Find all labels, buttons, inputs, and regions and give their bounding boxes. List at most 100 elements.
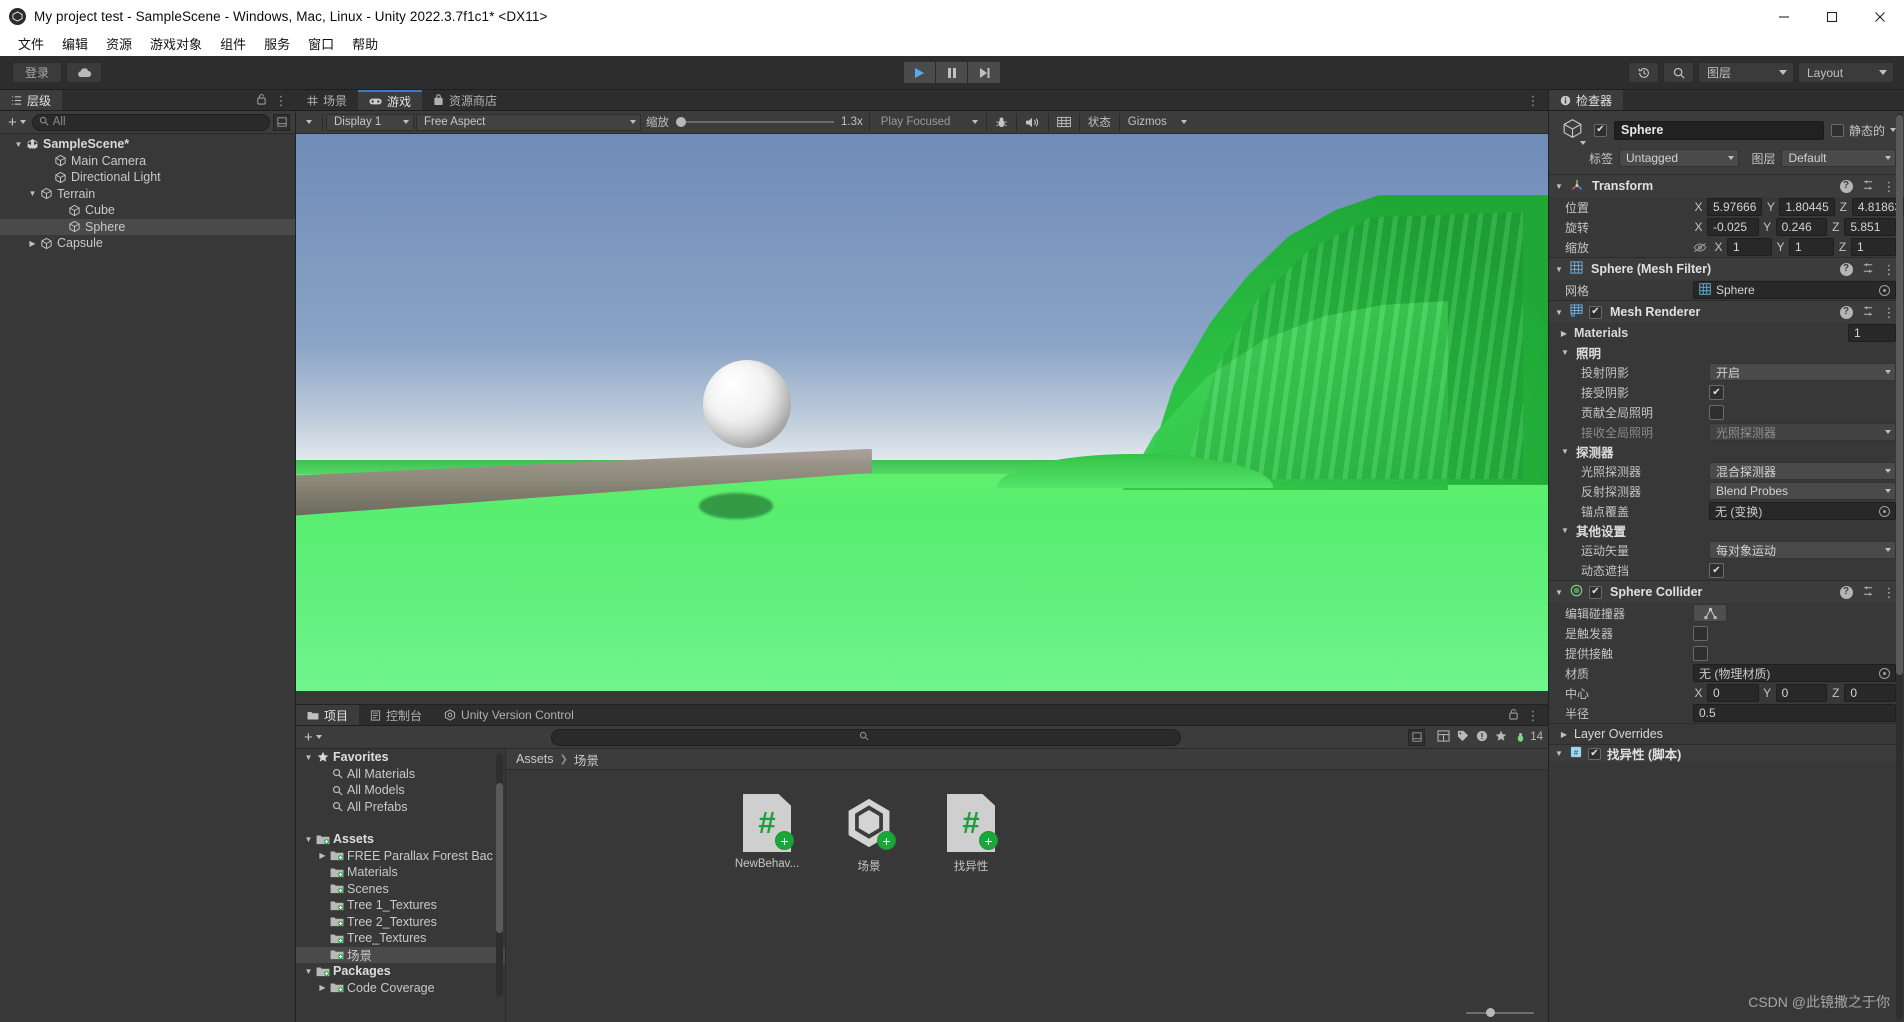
- menu-window[interactable]: 窗口: [299, 33, 343, 56]
- project-tree-item-materials[interactable]: Materials: [296, 864, 505, 881]
- hierarchy-add-button[interactable]: +: [5, 114, 29, 131]
- chevron-right-icon[interactable]: ▶: [316, 851, 329, 860]
- checkbox[interactable]: ✔: [1709, 562, 1724, 578]
- inspector-scrollbar[interactable]: [1896, 113, 1903, 1020]
- kebab-menu-icon[interactable]: ⋮: [1883, 263, 1897, 276]
- help-icon[interactable]: ?: [1839, 305, 1853, 319]
- play-mode-dropdown[interactable]: Play Focused: [872, 113, 983, 131]
- layer-overrides-foldout[interactable]: ▶ Layer Overrides: [1549, 724, 1904, 744]
- minimize-button[interactable]: [1760, 0, 1808, 33]
- y-value[interactable]: 0.246: [1775, 218, 1828, 236]
- project-tree-item-code-coverage[interactable]: ▶ Code Coverage: [296, 980, 505, 997]
- asset-zoom-slider[interactable]: [1466, 1008, 1534, 1017]
- dropdown[interactable]: 每对象运动: [1709, 541, 1896, 559]
- asset-zoom-knob[interactable]: [1486, 1008, 1495, 1017]
- project-tree-item-场景[interactable]: 场景: [296, 946, 505, 963]
- object-name-field[interactable]: Sphere: [1614, 120, 1824, 140]
- object-field[interactable]: 无 (变换): [1709, 502, 1896, 520]
- checkbox[interactable]: [1693, 645, 1708, 661]
- project-tree-item-tree-1-textures[interactable]: Tree 1_Textures: [296, 897, 505, 914]
- menu-gameobject[interactable]: 游戏对象: [141, 33, 211, 56]
- project-add-button[interactable]: +: [301, 729, 325, 746]
- game-view-left-dropdown[interactable]: [296, 113, 320, 131]
- project-tree-item-packages[interactable]: ▼ Packages: [296, 963, 505, 980]
- project-tree-item-tree-textures[interactable]: Tree_Textures: [296, 930, 505, 947]
- component-header[interactable]: ▼ Sphere (Mesh Filter)? ⋮: [1549, 258, 1904, 280]
- tab-version-control[interactable]: Unity Version Control: [433, 705, 585, 725]
- project-tree-scroll-thumb[interactable]: [496, 783, 503, 933]
- project-tree-item-all-materials[interactable]: All Materials: [296, 766, 505, 783]
- login-button[interactable]: 登录: [12, 62, 63, 83]
- pause-button[interactable]: [936, 62, 968, 83]
- history-icon[interactable]: [1628, 62, 1659, 83]
- error-icon[interactable]: [1476, 730, 1488, 745]
- z-value[interactable]: 0: [1844, 684, 1897, 702]
- z-value[interactable]: 1: [1851, 238, 1896, 256]
- hierarchy-filter-button[interactable]: [273, 113, 290, 131]
- maximize-button[interactable]: [1808, 0, 1856, 33]
- stats-icon[interactable]: [1050, 113, 1077, 131]
- tab-console[interactable]: 控制台: [359, 705, 433, 725]
- help-icon[interactable]: ?: [1839, 262, 1853, 276]
- help-icon[interactable]: ?: [1839, 179, 1853, 193]
- hierarchy-search-input[interactable]: All: [31, 113, 270, 131]
- hierarchy-item-capsule[interactable]: Capsule: [0, 235, 295, 252]
- z-value[interactable]: 5.851: [1844, 218, 1897, 236]
- kebab-menu-icon[interactable]: ⋮: [1527, 94, 1541, 107]
- hierarchy-tree[interactable]: SampleScene*Main Camera Directional Light…: [0, 134, 295, 1022]
- chevron-down-icon[interactable]: ▼: [1559, 526, 1571, 535]
- gizmos-button[interactable]: Gizmos: [1121, 113, 1173, 131]
- object-enabled-checkbox[interactable]: [1594, 123, 1607, 137]
- x-value[interactable]: 0: [1707, 684, 1759, 702]
- project-tree-item-all-prefabs[interactable]: All Prefabs: [296, 799, 505, 816]
- preset-icon[interactable]: [1862, 179, 1874, 194]
- tag-dropdown[interactable]: Untagged: [1619, 149, 1740, 167]
- dropdown[interactable]: 光照探测器: [1709, 423, 1896, 441]
- project-tree-item-favorites[interactable]: ▼ Favorites: [296, 749, 505, 766]
- preset-icon[interactable]: [1862, 585, 1874, 600]
- tab-game[interactable]: 游戏: [358, 90, 423, 110]
- hierarchy-item-main-camera[interactable]: Main Camera: [0, 153, 295, 170]
- preset-icon[interactable]: [1862, 305, 1874, 320]
- component-header[interactable]: ▼ Transform? ⋮: [1549, 175, 1904, 197]
- project-tree-item-scenes[interactable]: Scenes: [296, 881, 505, 898]
- object-field[interactable]: 无 (物理材质): [1693, 664, 1896, 682]
- tab-asset-store[interactable]: 资源商店: [422, 90, 508, 110]
- link-off-icon[interactable]: [1693, 242, 1707, 253]
- asset-item[interactable]: # + NewBehav...: [728, 794, 806, 870]
- dropdown[interactable]: Blend Probes: [1709, 482, 1896, 500]
- y-value[interactable]: 0: [1775, 684, 1828, 702]
- component-enabled-checkbox[interactable]: [1589, 305, 1602, 319]
- dropdown[interactable]: 混合探测器: [1709, 462, 1896, 480]
- x-value[interactable]: -0.025: [1707, 218, 1759, 236]
- bottom-component-header[interactable]: ▼ # 找异性 (脚本): [1549, 744, 1904, 762]
- section-探测器[interactable]: ▼ 探测器: [1549, 442, 1904, 461]
- x-value[interactable]: 1: [1727, 238, 1772, 256]
- edit-collider-button[interactable]: [1693, 604, 1727, 622]
- tab-inspector[interactable]: 检查器: [1549, 90, 1624, 110]
- hierarchy-item-cube[interactable]: Cube: [0, 202, 295, 219]
- favorite-star-icon[interactable]: [1495, 730, 1507, 745]
- object-picker-icon[interactable]: [1879, 505, 1890, 517]
- hierarchy-item-terrain[interactable]: Terrain: [0, 186, 295, 203]
- kebab-menu-icon[interactable]: ⋮: [1883, 306, 1897, 319]
- display-dropdown[interactable]: Display 1: [326, 113, 414, 131]
- menu-help[interactable]: 帮助: [343, 33, 387, 56]
- stats-button[interactable]: 状态: [1081, 113, 1117, 131]
- asset-grid[interactable]: # + NewBehav... + 场景 # + 找异性: [506, 770, 1548, 1004]
- hierarchy-item-directional-light[interactable]: Directional Light: [0, 169, 295, 186]
- component-header[interactable]: ▼Sphere Collider?⋮: [1549, 581, 1904, 603]
- lock-icon[interactable]: [256, 93, 267, 108]
- cloud-icon[interactable]: [66, 62, 103, 83]
- section-其他设置[interactable]: ▼ 其他设置: [1549, 521, 1904, 540]
- x-value[interactable]: 5.97666: [1707, 198, 1763, 216]
- project-tree-item-free-parallax-forest-bac[interactable]: ▶ FREE Parallax Forest Bac: [296, 848, 505, 865]
- object-field[interactable]: Sphere: [1693, 281, 1896, 299]
- chevron-down-icon[interactable]: ▼: [1554, 265, 1564, 274]
- scale-slider-knob[interactable]: [676, 117, 686, 127]
- checkbox[interactable]: [1693, 625, 1708, 641]
- kebab-menu-icon[interactable]: ⋮: [1527, 709, 1541, 722]
- chevron-down-icon[interactable]: [1580, 141, 1586, 145]
- kebab-menu-icon[interactable]: ⋮: [275, 94, 289, 107]
- layer-dropdown[interactable]: Default: [1781, 149, 1896, 167]
